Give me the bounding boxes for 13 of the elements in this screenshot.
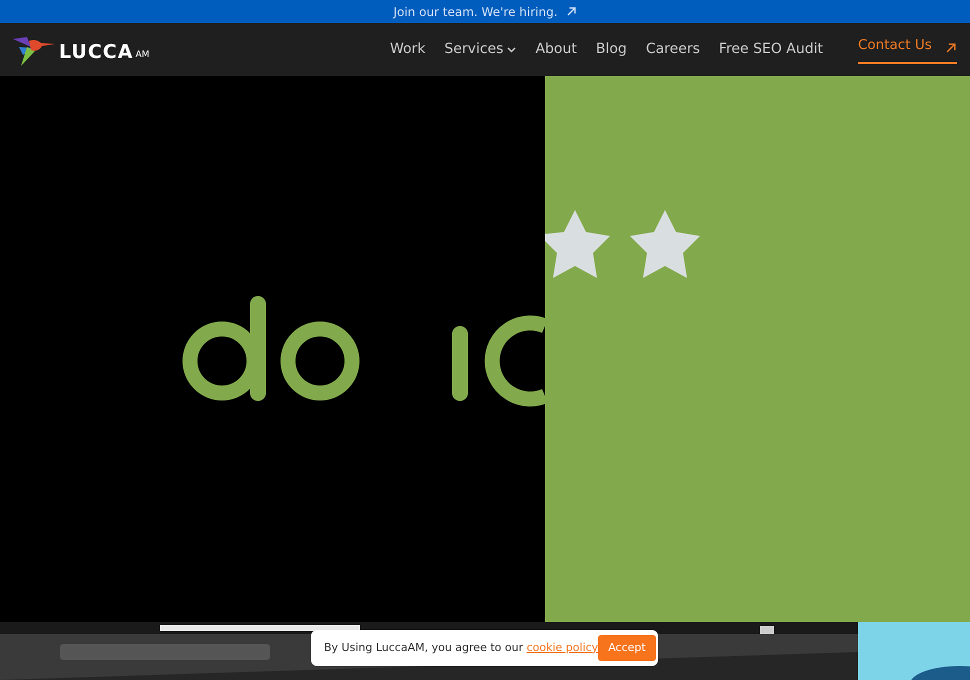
nav-link[interactable]: Blog — [596, 39, 627, 60]
nav-dropdown[interactable]: Services — [444, 39, 516, 60]
nav-link[interactable]: Free SEO Audit — [718, 39, 823, 60]
arrow-icon — [945, 42, 957, 54]
announcement-link[interactable]: Join our team. We're hiring. — [393, 2, 558, 20]
nav-link[interactable]: Work — [390, 39, 426, 60]
contact-button[interactable]: Contact Us — [858, 35, 957, 64]
nav-link[interactable]: Careers — [646, 39, 700, 60]
chevron-down-icon — [507, 46, 516, 52]
logo[interactable]: LUCCA AM — [13, 32, 150, 66]
arrow-icon — [566, 6, 577, 17]
nav-link[interactable]: About — [535, 39, 577, 60]
cookie-text: By Using LuccaAM, you agree to our cookie policy — [324, 640, 598, 656]
